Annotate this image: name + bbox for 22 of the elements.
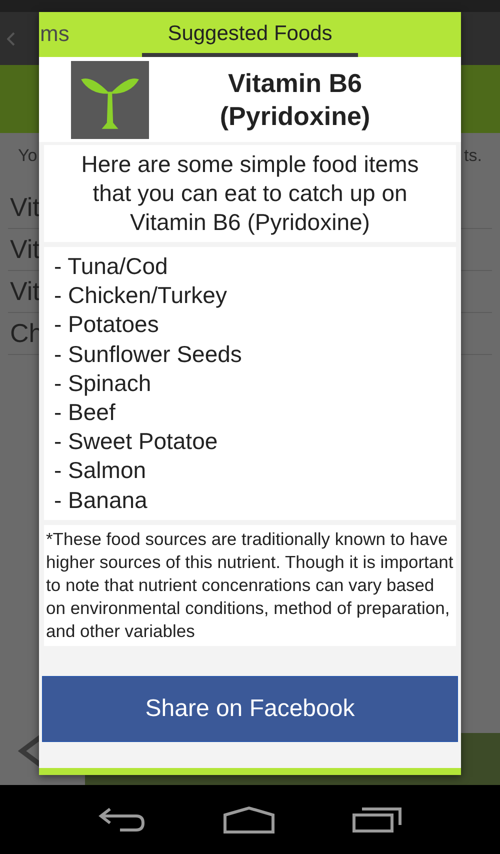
home-icon[interactable] bbox=[222, 806, 275, 834]
info-text: ts. bbox=[464, 145, 482, 167]
food-item: - Salmon bbox=[54, 456, 148, 486]
info-text: Yo bbox=[18, 145, 38, 167]
list-row-text: Vit bbox=[10, 190, 40, 224]
share-on-facebook-button[interactable]: Share on Facebook bbox=[42, 676, 458, 742]
note-text: *These food sources are traditionally known to have higher sources of this nutrient. Though it is important to note that nutrient concenrations can vary based on environmental conditions, method of preparation, and other variables bbox=[44, 524, 456, 646]
list-row-text: Vit bbox=[10, 232, 40, 266]
food-item: - Beef bbox=[54, 398, 116, 428]
food-item: - Sunflower Seeds bbox=[54, 340, 243, 369]
app-bar-title: ms bbox=[40, 21, 70, 47]
food-item: - Banana bbox=[54, 486, 148, 515]
food-item: - Chicken/Turkey bbox=[54, 281, 228, 310]
food-item: - Spinach bbox=[54, 368, 152, 398]
list-row-text: Vit bbox=[10, 274, 40, 308]
dialog-title: Vitamin B6 (Pyridoxine) bbox=[218, 66, 372, 132]
food-item: - Tuna/Cod bbox=[54, 252, 169, 281]
food-item: - Sweet Potatoe bbox=[54, 427, 219, 456]
back-icon[interactable] bbox=[98, 806, 146, 832]
intro-text: Here are some simple food items that you can eat to catch up on Vitamin B6 (Pyridoxine) bbox=[44, 145, 456, 242]
recent-apps-icon[interactable] bbox=[352, 806, 402, 832]
food-item: - Potatoes bbox=[54, 310, 160, 340]
